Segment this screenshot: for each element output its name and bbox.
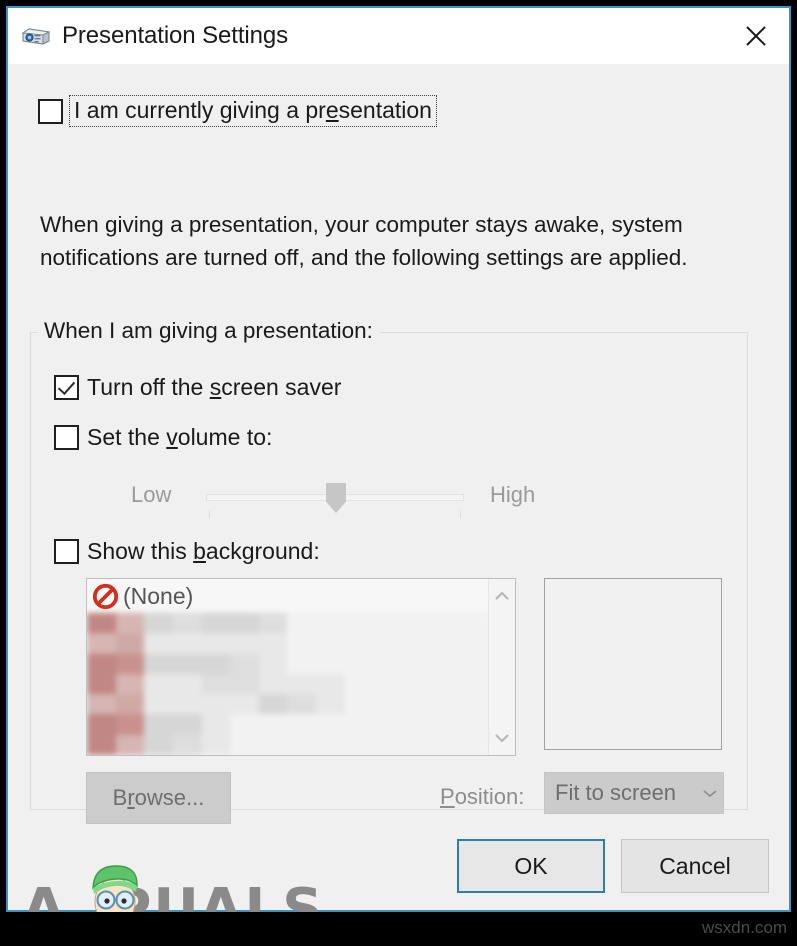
volume-label-accel: v xyxy=(166,424,178,450)
footer-black-strip xyxy=(0,912,797,946)
projector-icon xyxy=(21,28,51,45)
scroll-down-button[interactable] xyxy=(489,725,515,751)
presenting-checkbox-row[interactable]: I am currently giving a presentation xyxy=(38,95,437,128)
volume-label-suffix: olume to: xyxy=(177,424,273,450)
volume-label: Set the volume to: xyxy=(87,424,272,451)
background-label-suffix: ackground: xyxy=(205,538,320,564)
browse-label-suffix: owse... xyxy=(134,785,205,810)
background-listbox[interactable]: (None) xyxy=(86,578,516,756)
window-title: Presentation Settings xyxy=(62,22,289,49)
volume-checkbox[interactable] xyxy=(54,425,79,450)
group-legend: When I am giving a presentation: xyxy=(38,318,380,344)
background-listbox-items: (None) xyxy=(87,579,488,755)
chevron-up-icon xyxy=(495,591,509,600)
presenting-label-suffix: sentation xyxy=(338,97,432,123)
volume-low-label: Low xyxy=(131,482,172,507)
volume-slider-tick-high xyxy=(460,511,461,518)
background-label-accel: b xyxy=(193,538,206,564)
presenting-label-prefix: I am currently giving a pr xyxy=(74,97,326,123)
volume-label-prefix: Set the xyxy=(87,424,167,450)
screen-saver-label-suffix: creen saver xyxy=(221,374,342,400)
screen-saver-checkbox-row[interactable]: Turn off the screen saver xyxy=(54,374,341,401)
chevron-down-icon xyxy=(495,734,509,743)
presenting-checkbox-label[interactable]: I am currently giving a presentation xyxy=(69,95,437,128)
browse-label-prefix: B xyxy=(112,785,128,810)
background-checkbox-row[interactable]: Show this background: xyxy=(54,538,320,565)
browse-label-accel: r xyxy=(127,785,135,810)
cancel-button[interactable]: Cancel xyxy=(621,839,769,893)
volume-slider-tick-low xyxy=(209,511,210,518)
list-item[interactable]: (None) xyxy=(87,579,488,613)
dialog-client-area: I am currently giving a presentation Whe… xyxy=(8,64,789,910)
screen-saver-label-prefix: Turn off the xyxy=(87,374,210,400)
background-preview xyxy=(544,578,722,750)
volume-checkbox-row[interactable]: Set the volume to: xyxy=(54,424,272,451)
position-selected-value: Fit to screen xyxy=(555,780,677,805)
background-label-prefix: Show this xyxy=(87,538,194,564)
position-label-suffix: osition: xyxy=(454,784,525,809)
screen-saver-checkbox[interactable] xyxy=(54,375,79,400)
browse-button[interactable]: Br owse... xyxy=(86,772,231,824)
chevron-down-icon xyxy=(703,789,717,797)
position-label-accel: P xyxy=(440,784,455,809)
source-url: wsxdn.com xyxy=(701,918,787,937)
presenting-checkbox[interactable] xyxy=(38,98,63,124)
background-label: Show this background: xyxy=(87,538,320,565)
description-text: When giving a presentation, your compute… xyxy=(40,212,688,270)
volume-slider-area: Low High xyxy=(54,470,694,518)
position-label: Position: xyxy=(440,784,524,810)
presenting-label-accel: e xyxy=(325,97,339,123)
screenshot-root: Presentation Settings I am currently giv… xyxy=(0,0,797,946)
volume-slider-thumb[interactable] xyxy=(326,483,346,513)
title-bar: Presentation Settings xyxy=(8,8,789,64)
screen-saver-label-accel: s xyxy=(209,374,222,400)
presentation-settings-dialog: Presentation Settings I am currently giv… xyxy=(6,6,791,912)
close-button[interactable] xyxy=(723,8,789,64)
screen-saver-label: Turn off the screen saver xyxy=(87,374,341,401)
listbox-scrollbar[interactable] xyxy=(488,579,515,755)
ok-button[interactable]: OK xyxy=(457,839,605,893)
no-entry-icon xyxy=(92,583,119,609)
close-icon xyxy=(746,26,766,46)
background-checkbox[interactable] xyxy=(54,539,79,564)
position-dropdown[interactable]: Fit to screen xyxy=(544,772,724,814)
blurred-thumbnail-rows xyxy=(87,613,488,755)
list-item-label: (None) xyxy=(123,582,194,609)
scroll-up-button[interactable] xyxy=(489,583,515,609)
position-dropdown-arrow[interactable] xyxy=(697,788,723,799)
volume-high-label: High xyxy=(490,482,536,507)
